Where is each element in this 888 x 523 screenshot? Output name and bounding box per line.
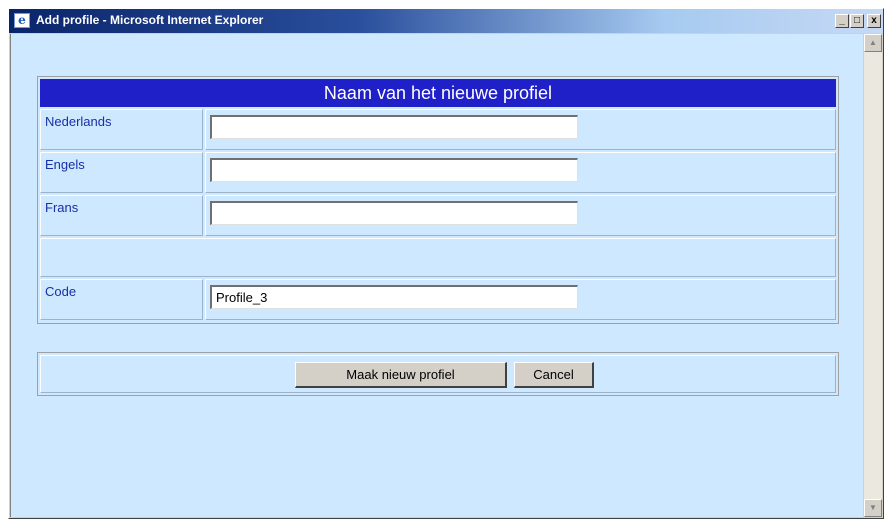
- field-label-frans: Frans: [45, 200, 79, 215]
- label-cell-code: Code: [40, 279, 203, 320]
- profile-form: Naam van het nieuwe profiel Nederlands E…: [37, 76, 839, 324]
- field-label-engels: Engels: [45, 157, 85, 172]
- label-cell-engels: Engels: [40, 152, 203, 193]
- window-title: Add profile - Microsoft Internet Explore…: [36, 13, 264, 27]
- scroll-up-arrow-icon[interactable]: ▲: [864, 34, 882, 52]
- label-cell-nederlands: Nederlands: [40, 109, 203, 150]
- ie-icon[interactable]: e: [14, 13, 30, 28]
- minimize-button[interactable]: _: [835, 14, 849, 28]
- code-input[interactable]: [210, 285, 578, 309]
- frans-input[interactable]: [210, 201, 578, 225]
- close-button[interactable]: x: [867, 14, 881, 28]
- field-label-nederlands: Nederlands: [45, 114, 112, 129]
- form-heading: Naam van het nieuwe profiel: [40, 79, 836, 107]
- page-content: Naam van het nieuwe profiel Nederlands E…: [10, 34, 863, 517]
- spacer-row: [40, 238, 836, 277]
- action-row: Maak nieuw profiel Cancel: [40, 355, 836, 393]
- scroll-down-arrow-icon[interactable]: ▼: [864, 499, 882, 517]
- maximize-button[interactable]: □: [850, 14, 864, 28]
- create-profile-button[interactable]: Maak nieuw profiel: [295, 362, 507, 388]
- cancel-button[interactable]: Cancel: [514, 362, 594, 388]
- input-cell-engels: [205, 152, 836, 193]
- field-label-code: Code: [45, 284, 77, 299]
- action-panel: Maak nieuw profiel Cancel: [37, 352, 839, 396]
- nederlands-input[interactable]: [210, 115, 578, 139]
- vertical-scrollbar[interactable]: ▲ ▼: [864, 34, 882, 517]
- input-cell-nederlands: [205, 109, 836, 150]
- input-cell-code: [205, 279, 836, 320]
- browser-window: e Add profile - Microsoft Internet Explo…: [8, 8, 884, 519]
- title-bar[interactable]: e Add profile - Microsoft Internet Explo…: [9, 9, 883, 33]
- engels-input[interactable]: [210, 158, 578, 182]
- input-cell-frans: [205, 195, 836, 236]
- label-cell-frans: Frans: [40, 195, 203, 236]
